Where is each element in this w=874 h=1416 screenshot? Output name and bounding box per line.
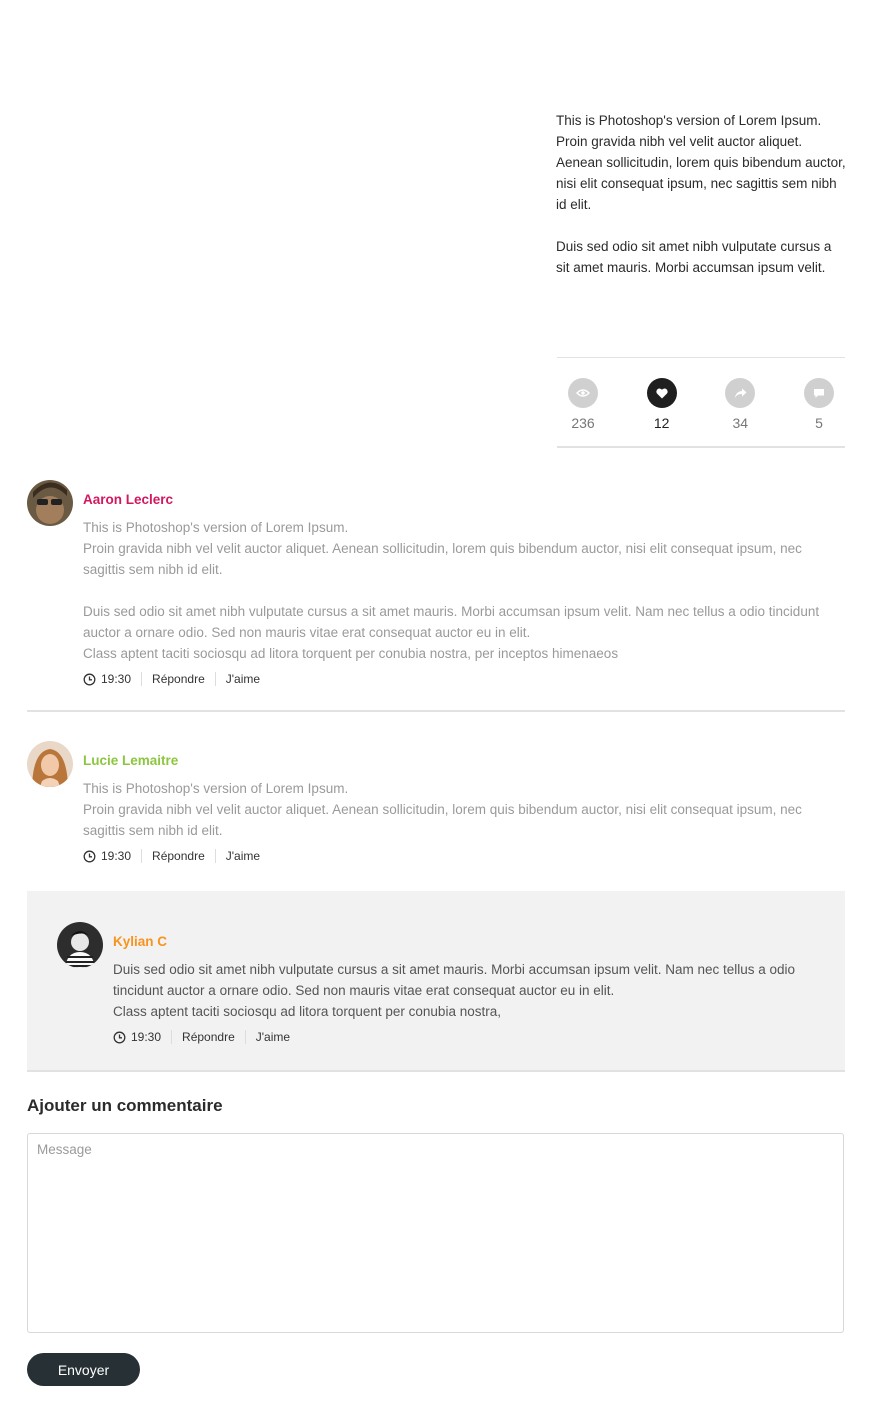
comment-line: This is Photoshop's version of Lorem Ips… [83, 781, 349, 796]
like-link[interactable]: J'aime [246, 1030, 300, 1044]
comment-time: 19:30 [83, 849, 143, 863]
comment-text: Duis sed odio sit amet nibh vulputate cu… [113, 959, 815, 1022]
comment-time: 19:30 [113, 1030, 173, 1044]
comment-meta: 19:30 Répondre J'aime [83, 671, 845, 687]
share-icon [725, 378, 756, 408]
views-stat[interactable]: 236 [567, 358, 599, 446]
comment-author[interactable]: Lucie Lemaitre [83, 752, 845, 770]
comment-text: This is Photoshop's version of Lorem Ips… [83, 517, 845, 664]
comment-meta: 19:30 Répondre J'aime [83, 848, 845, 864]
intro-paragraph: This is Photoshop's version of Lorem Ips… [556, 113, 846, 212]
comment-meta: 19:30 Répondre J'aime [113, 1029, 815, 1045]
reply-link[interactable]: Répondre [142, 849, 216, 863]
comment-line: Duis sed odio sit amet nibh vulputate cu… [83, 604, 820, 640]
add-comment-title: Ajouter un commentaire [27, 1096, 223, 1115]
comments-stat[interactable]: 5 [803, 358, 835, 446]
comment-line: Proin gravida nibh vel velit auctor aliq… [83, 541, 802, 577]
comment-line: Class aptent taciti sociosqu ad litora t… [83, 646, 619, 661]
intro-paragraph: Duis sed odio sit amet nibh vulputate cu… [556, 239, 832, 275]
like-link[interactable]: J'aime [216, 849, 270, 863]
clock-icon [83, 850, 96, 862]
comment-author[interactable]: Aaron Leclerc [83, 491, 845, 509]
comment-text: This is Photoshop's version of Lorem Ips… [83, 778, 845, 841]
avatar[interactable] [27, 480, 73, 526]
likes-stat[interactable]: 12 [646, 358, 678, 446]
comment-author[interactable]: Kylian C [113, 933, 815, 951]
likes-count: 12 [653, 415, 670, 431]
time-label: 19:30 [101, 849, 132, 863]
heart-icon [646, 378, 677, 408]
time-label: 19:30 [131, 1030, 162, 1044]
avatar[interactable] [27, 741, 73, 787]
clock-icon [113, 1031, 126, 1043]
eye-icon [568, 378, 598, 408]
like-link[interactable]: J'aime [216, 672, 270, 686]
comment-line: Class aptent taciti sociosqu ad litora t… [113, 1004, 501, 1019]
comment: Lucie Lemaitre This is Photoshop's versi… [27, 741, 845, 871]
reply-link[interactable]: Répondre [142, 672, 216, 686]
comment-line: This is Photoshop's version of Lorem Ips… [83, 520, 349, 535]
article-intro: This is Photoshop's version of Lorem Ips… [556, 110, 848, 299]
comment-line: Proin gravida nibh vel velit auctor aliq… [83, 802, 802, 838]
comment-line: Duis sed odio sit amet nibh vulputate cu… [113, 962, 796, 998]
comment: Aaron Leclerc This is Photoshop's versio… [27, 480, 845, 690]
stats-bar: 236 12 34 5 [557, 357, 845, 448]
comment-time: 19:30 [83, 672, 143, 686]
views-count: 236 [571, 415, 595, 431]
time-label: 19:30 [101, 672, 132, 686]
send-button[interactable]: Envoyer [27, 1353, 140, 1386]
comment-icon [803, 378, 834, 408]
avatar[interactable] [57, 922, 103, 968]
reply-comment: Kylian C Duis sed odio sit amet nibh vul… [57, 922, 815, 1052]
shares-stat[interactable]: 34 [724, 358, 756, 446]
shares-count: 34 [732, 415, 749, 431]
nested-reply: Kylian C Duis sed odio sit amet nibh vul… [27, 891, 845, 1072]
clock-icon [83, 673, 96, 685]
comments-count: 5 [815, 415, 823, 431]
message-input[interactable] [27, 1133, 844, 1333]
reply-link[interactable]: Répondre [172, 1030, 246, 1044]
comment-divider [27, 710, 845, 712]
